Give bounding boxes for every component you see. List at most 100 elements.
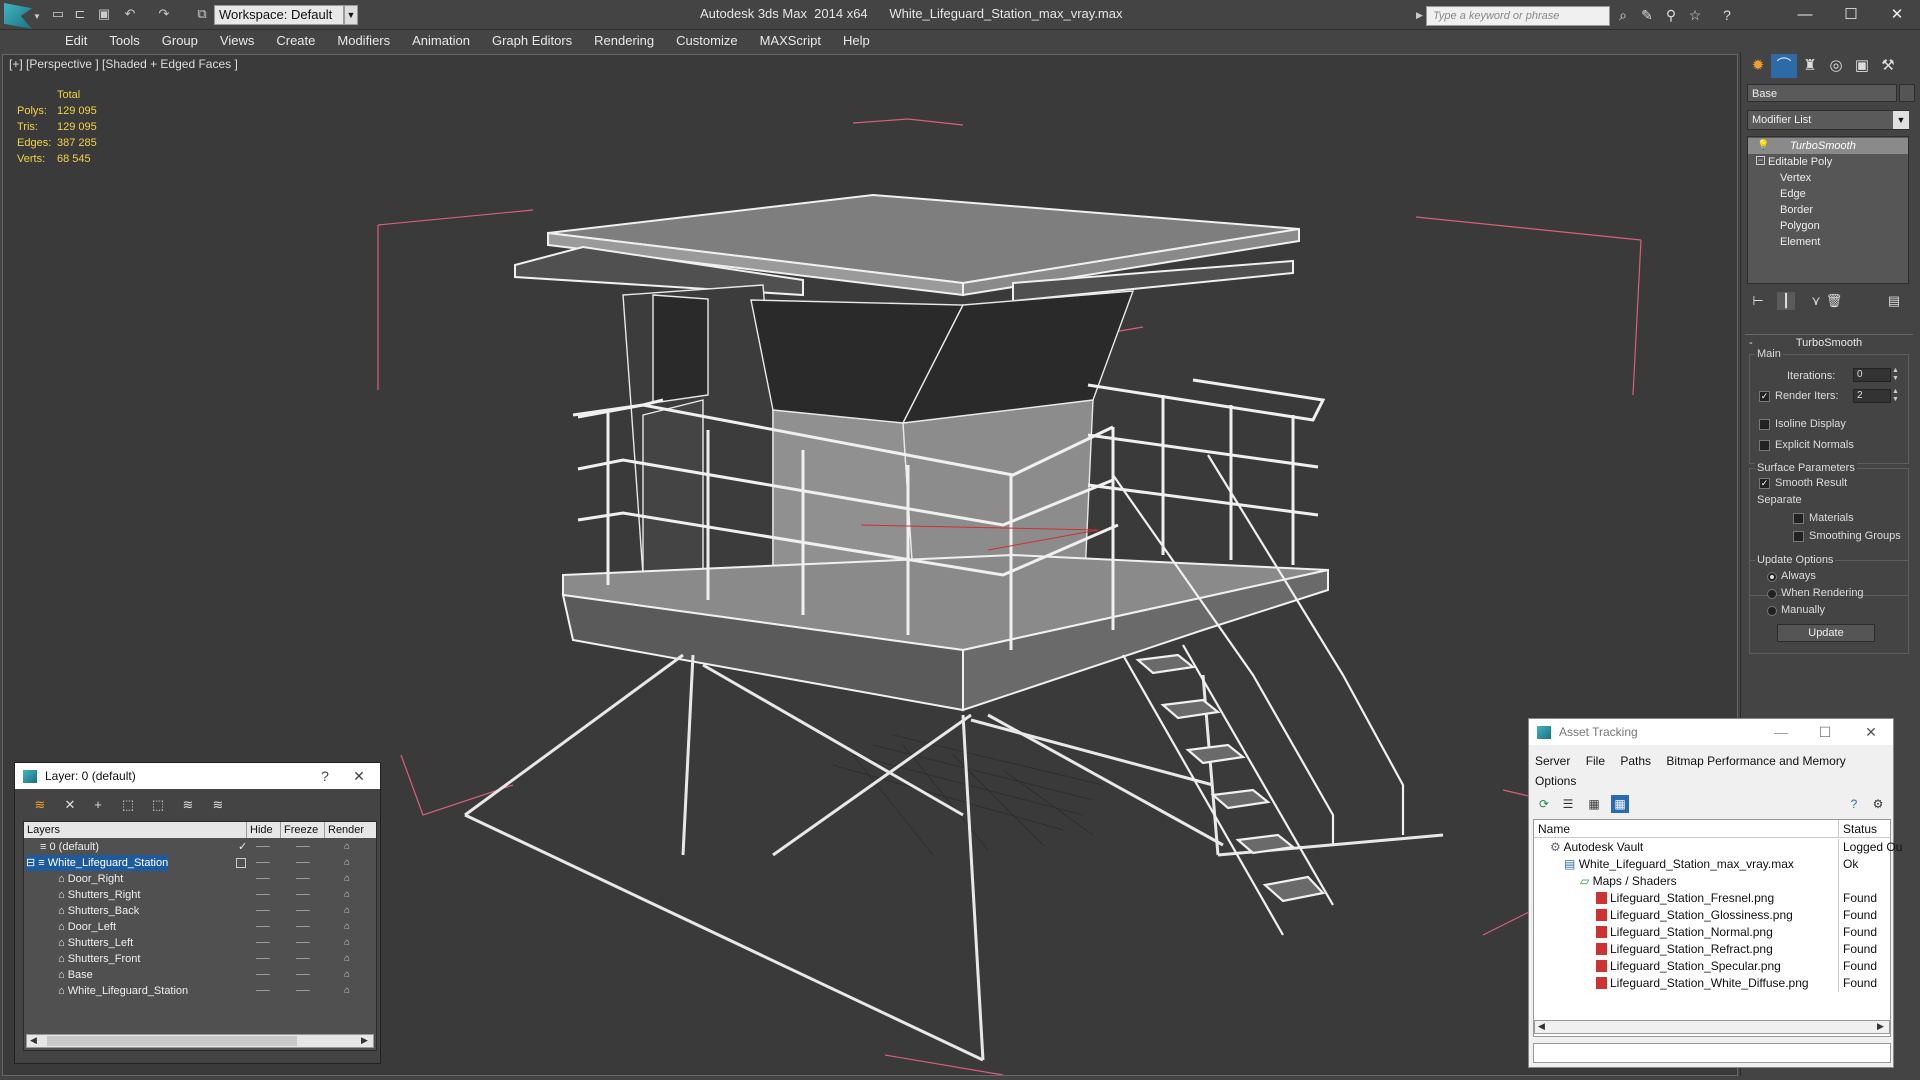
menu-customize[interactable]: Customize bbox=[665, 30, 748, 52]
horizontal-scrollbar[interactable]: ◀ ▶ bbox=[26, 1034, 374, 1048]
table-view-icon[interactable]: ▦ bbox=[1611, 795, 1629, 813]
layer-row[interactable]: ⌂ Shutters_Front ⌂ bbox=[24, 951, 376, 967]
layer-row[interactable]: ⌂ Shutters_Left ⌂ bbox=[24, 935, 376, 951]
close-button[interactable]: ✕ bbox=[1859, 719, 1883, 745]
when-rendering-radio[interactable] bbox=[1767, 589, 1777, 599]
hierarchy-tab-icon[interactable]: ♜ bbox=[1797, 54, 1823, 78]
configure-sets-icon[interactable]: ▤ bbox=[1885, 292, 1903, 310]
add-to-layer-icon[interactable]: + bbox=[87, 795, 109, 815]
search-arrow-icon[interactable]: ▶ bbox=[1416, 10, 1423, 21]
menu-create[interactable]: Create bbox=[265, 30, 326, 52]
project-folder-icon[interactable]: ⧉ bbox=[194, 7, 210, 21]
app-menu-arrow-icon[interactable]: ▼ bbox=[33, 12, 41, 21]
materials-checkbox[interactable] bbox=[1793, 513, 1804, 524]
communication-icon[interactable]: ⚲ bbox=[1662, 6, 1680, 24]
hide-all-icon[interactable]: ≋ bbox=[177, 795, 199, 815]
minimize-button[interactable]: — bbox=[1769, 719, 1793, 745]
menu-views[interactable]: Views bbox=[209, 30, 265, 52]
chevron-down-icon[interactable]: ▼ bbox=[344, 5, 358, 25]
utilities-tab-icon[interactable]: ⚒ bbox=[1875, 54, 1901, 78]
asset-row[interactable]: Lifeguard_Station_Fresnel.png Found bbox=[1534, 890, 1890, 907]
horizontal-scrollbar[interactable]: ◀ ▶ bbox=[1534, 1020, 1890, 1034]
app-logo-icon[interactable] bbox=[4, 3, 32, 29]
redo-icon[interactable]: ↷ bbox=[156, 7, 172, 21]
asset-row[interactable]: Lifeguard_Station_Refract.png Found bbox=[1534, 941, 1890, 958]
help-icon[interactable]: ? bbox=[1845, 795, 1863, 813]
spinner-arrows-icon[interactable]: ▲ ▼ bbox=[1892, 388, 1899, 404]
smooth-result-checkbox[interactable]: ✓ bbox=[1759, 478, 1770, 489]
stack-item-border[interactable]: Border bbox=[1748, 202, 1908, 218]
modify-tab-icon[interactable]: ⌒ bbox=[1771, 54, 1797, 78]
column-status[interactable]: Status bbox=[1838, 820, 1877, 838]
save-icon[interactable]: ▣ bbox=[96, 7, 112, 21]
highlight-layer-icon[interactable]: ⬚ bbox=[147, 795, 169, 815]
motion-tab-icon[interactable]: ◎ bbox=[1823, 54, 1849, 78]
stack-item-vertex[interactable]: Vertex bbox=[1748, 170, 1908, 186]
subscription-icon[interactable]: ✎ bbox=[1638, 6, 1656, 24]
layer-row[interactable]: ⌂ Base ⌂ bbox=[24, 967, 376, 983]
open-file-icon[interactable]: ⊏ bbox=[72, 7, 88, 21]
isoline-display-checkbox[interactable] bbox=[1759, 419, 1770, 430]
stack-item-turbosmooth[interactable]: TurboSmooth bbox=[1748, 138, 1908, 154]
asset-row[interactable]: Lifeguard_Station_Glossiness.png Found bbox=[1534, 907, 1890, 924]
create-layer-icon[interactable]: ≋ bbox=[29, 795, 51, 815]
create-tab-icon[interactable]: ✹ bbox=[1745, 54, 1771, 78]
asset-row[interactable]: ▤ White_Lifeguard_Station_max_vray.max O… bbox=[1534, 856, 1890, 873]
menu-tools[interactable]: Tools bbox=[98, 30, 150, 52]
spinner-arrows-icon[interactable]: ▲ ▼ bbox=[1892, 367, 1899, 383]
column-hide[interactable]: Hide bbox=[246, 822, 278, 838]
manually-radio[interactable] bbox=[1767, 606, 1777, 616]
pin-stack-icon[interactable]: ⊢ bbox=[1749, 292, 1767, 310]
menu-edit[interactable]: Edit bbox=[54, 30, 98, 52]
viewport-label[interactable]: [+] [Perspective ] [Shaded + Edged Faces… bbox=[9, 57, 238, 71]
modifier-list-dropdown[interactable]: Modifier List bbox=[1747, 110, 1909, 130]
menu-options[interactable]: Options bbox=[1535, 774, 1576, 788]
column-render[interactable]: Render bbox=[324, 822, 376, 838]
menu-animation[interactable]: Animation bbox=[401, 30, 481, 52]
menu-file[interactable]: File bbox=[1586, 754, 1605, 768]
layer-dialog-titlebar[interactable]: Layer: 0 (default) ? ✕ bbox=[15, 763, 380, 789]
layer-row[interactable]: ⌂ Door_Right ⌂ bbox=[24, 871, 376, 887]
layer-row[interactable]: ⌂ Shutters_Back ⌂ bbox=[24, 903, 376, 919]
display-tab-icon[interactable]: ▣ bbox=[1849, 54, 1875, 78]
stack-item-polygon[interactable]: Polygon bbox=[1748, 218, 1908, 234]
stack-item-editable-poly[interactable]: Editable Poly bbox=[1748, 154, 1908, 170]
close-button[interactable]: ✕ bbox=[1874, 2, 1920, 28]
workspace-dropdown[interactable]: Workspace: Default bbox=[214, 5, 344, 25]
list-view-icon[interactable]: ☰ bbox=[1559, 795, 1577, 813]
favorites-star-icon[interactable]: ☆ bbox=[1686, 6, 1704, 24]
layer-row[interactable]: ⊟ ≡ White_Lifeguard_Station ⌂ bbox=[24, 855, 376, 871]
lightbulb-icon[interactable]: 💡 bbox=[1757, 140, 1769, 151]
new-file-icon[interactable]: ▭ bbox=[50, 7, 66, 21]
tree-view-icon[interactable]: ▦ bbox=[1585, 795, 1603, 813]
column-layers[interactable]: Layers bbox=[24, 822, 234, 838]
menu-maxscript[interactable]: MAXScript bbox=[749, 30, 832, 52]
delete-layer-icon[interactable]: ✕ bbox=[59, 795, 81, 815]
menu-modifiers[interactable]: Modifiers bbox=[326, 30, 401, 52]
chevron-down-icon[interactable]: ▼ bbox=[1893, 111, 1909, 129]
asset-row[interactable]: Lifeguard_Station_Specular.png Found bbox=[1534, 958, 1890, 975]
maximize-button[interactable]: ☐ bbox=[1813, 719, 1837, 745]
binoculars-icon[interactable]: ⌕ bbox=[1614, 6, 1632, 24]
show-end-result-icon[interactable]: ┃ bbox=[1777, 292, 1795, 310]
remove-modifier-icon[interactable]: 🗑 bbox=[1825, 292, 1843, 310]
maximize-button[interactable]: ☐ bbox=[1828, 2, 1874, 28]
render-iters-checkbox[interactable]: ✓ bbox=[1759, 391, 1770, 402]
menu-paths[interactable]: Paths bbox=[1620, 754, 1651, 768]
object-name-field[interactable]: Base bbox=[1747, 84, 1897, 102]
menu-bitmap-performance[interactable]: Bitmap Performance and Memory bbox=[1666, 754, 1845, 768]
layer-row[interactable]: ⌂ Door_Left ⌂ bbox=[24, 919, 376, 935]
vault-icon[interactable]: ⚙ bbox=[1869, 795, 1887, 813]
select-objects-icon[interactable]: ⬚ bbox=[117, 795, 139, 815]
freeze-all-icon[interactable]: ≋ bbox=[207, 795, 229, 815]
refresh-icon[interactable]: ⟳ bbox=[1535, 795, 1553, 813]
minimize-button[interactable]: — bbox=[1782, 2, 1828, 28]
menu-graph-editors[interactable]: Graph Editors bbox=[481, 30, 583, 52]
menu-help[interactable]: Help bbox=[832, 30, 881, 52]
explicit-normals-checkbox[interactable] bbox=[1759, 440, 1770, 451]
layer-row[interactable]: ⌂ Shutters_Right ⌂ bbox=[24, 887, 376, 903]
help-icon[interactable]: ? bbox=[1718, 6, 1736, 24]
asset-row[interactable]: Lifeguard_Station_Normal.png Found bbox=[1534, 924, 1890, 941]
layer-row[interactable]: ≡ 0 (default) ✓ ⌂ bbox=[24, 839, 376, 855]
always-radio[interactable] bbox=[1767, 572, 1777, 582]
